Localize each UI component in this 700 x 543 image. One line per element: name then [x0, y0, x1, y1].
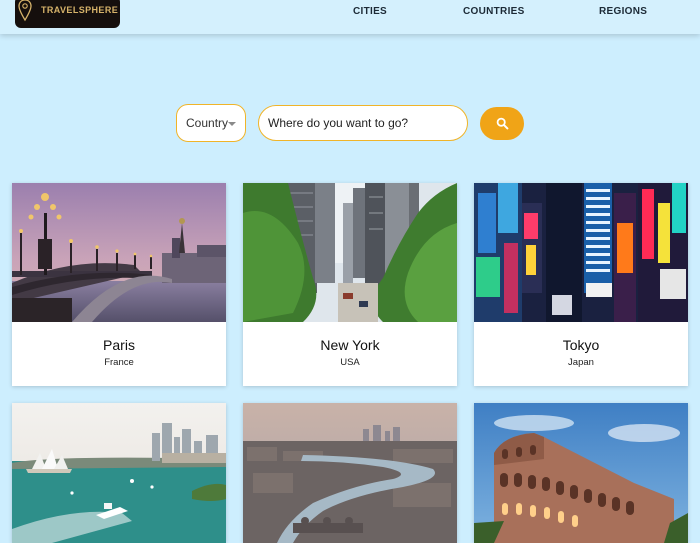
tokyo-photo: [474, 183, 688, 322]
filter-type-select[interactable]: Country: [176, 104, 246, 142]
chevron-down-icon: [228, 122, 236, 126]
paris-photo: [12, 183, 226, 322]
city-name: New York: [320, 337, 380, 353]
search-icon: [496, 117, 508, 130]
filter-type-value: Country: [186, 116, 229, 130]
city-card-rome[interactable]: [474, 403, 688, 543]
sydney-photo: [12, 403, 226, 543]
city-card-london[interactable]: [243, 403, 457, 543]
city-card-tokyo[interactable]: Tokyo Japan: [474, 183, 688, 386]
city-card-sydney[interactable]: [12, 403, 226, 543]
search-button[interactable]: [480, 107, 524, 140]
destination-search-input[interactable]: [258, 105, 468, 141]
nav-cities[interactable]: CITIES: [353, 6, 387, 17]
nav-regions[interactable]: REGIONS: [599, 6, 647, 17]
london-photo: [243, 403, 457, 543]
rome-photo: [474, 403, 688, 543]
brand-logo[interactable]: TRAVELSPHERE: [15, 0, 120, 28]
city-card-paris[interactable]: Paris France: [12, 183, 226, 386]
city-country: Japan: [568, 357, 594, 368]
city-name: Tokyo: [562, 337, 600, 353]
nav-countries[interactable]: COUNTRIES: [463, 6, 525, 17]
city-country: USA: [340, 357, 360, 368]
new-york-photo: [243, 183, 457, 322]
city-card-new-york[interactable]: New York USA: [243, 183, 457, 386]
city-name: Paris: [103, 337, 135, 353]
brand-name: TRAVELSPHERE: [41, 5, 119, 15]
city-country: France: [104, 357, 134, 368]
top-nav-bar: TRAVELSPHERE CITIES COUNTRIES REGIONS: [0, 0, 700, 34]
map-pin-icon: [18, 0, 32, 22]
